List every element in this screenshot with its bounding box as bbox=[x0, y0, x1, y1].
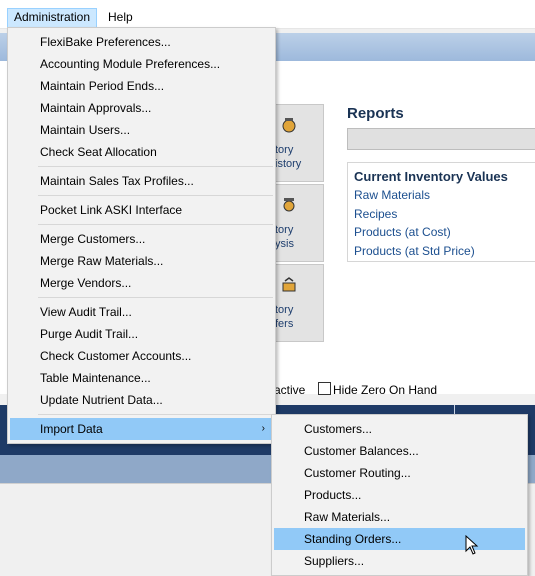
menu-item-merge-vendors[interactable]: Merge Vendors... bbox=[10, 272, 273, 294]
menu-administration[interactable]: Administration bbox=[7, 8, 98, 29]
submenu-item-customer-routing[interactable]: Customer Routing... bbox=[274, 462, 525, 484]
mouse-cursor-icon bbox=[465, 535, 479, 555]
report-link-products-cost[interactable]: Products (at Cost) bbox=[354, 225, 451, 239]
menu-item-view-audit-trail[interactable]: View Audit Trail... bbox=[10, 301, 273, 323]
tile-inventory-analysis[interactable]: tory ysis bbox=[274, 184, 324, 262]
tile-inventory-history[interactable]: tory istory bbox=[274, 104, 324, 182]
reports-section-title: Current Inventory Values bbox=[354, 169, 508, 184]
menu-separator bbox=[38, 297, 273, 298]
clock-icon bbox=[282, 118, 296, 133]
tile-text: fers bbox=[275, 318, 294, 330]
import-data-submenu: Customers... Customer Balances... Custom… bbox=[271, 414, 528, 576]
menu-item-check-customer-accounts[interactable]: Check Customer Accounts... bbox=[10, 345, 273, 367]
reports-search-bar[interactable] bbox=[347, 128, 535, 150]
report-link-recipes[interactable]: Recipes bbox=[354, 207, 397, 221]
administration-menu: FlexiBake Preferences... Accounting Modu… bbox=[7, 27, 276, 444]
menu-item-merge-raw-materials[interactable]: Merge Raw Materials... bbox=[10, 250, 273, 272]
menu-item-maintain-period-ends[interactable]: Maintain Period Ends... bbox=[10, 75, 273, 97]
menubar: Administration Help bbox=[0, 0, 535, 29]
menu-item-pocket-link-aski[interactable]: Pocket Link ASKI Interface bbox=[10, 199, 273, 221]
hide-zero-label: Hide Zero On Hand bbox=[333, 383, 438, 397]
tile-text: istory bbox=[275, 158, 302, 170]
menu-separator bbox=[38, 414, 273, 415]
tile-inventory-transfers[interactable]: tory fers bbox=[274, 264, 324, 342]
menu-item-merge-customers[interactable]: Merge Customers... bbox=[10, 228, 273, 250]
menu-item-maintain-approvals[interactable]: Maintain Approvals... bbox=[10, 97, 273, 119]
submenu-item-customer-balances[interactable]: Customer Balances... bbox=[274, 440, 525, 462]
reports-title: Reports bbox=[347, 105, 404, 122]
gear-icon bbox=[283, 198, 295, 212]
menu-item-accounting-module-preferences[interactable]: Accounting Module Preferences... bbox=[10, 53, 273, 75]
hide-zero-checkbox[interactable] bbox=[318, 382, 331, 395]
tile-text: tory bbox=[275, 304, 294, 316]
submenu-item-standing-orders[interactable]: Standing Orders... bbox=[274, 528, 525, 550]
menu-item-maintain-users[interactable]: Maintain Users... bbox=[10, 119, 273, 141]
submenu-item-customers[interactable]: Customers... bbox=[274, 418, 525, 440]
menu-separator bbox=[38, 166, 273, 167]
active-filter-label: active bbox=[274, 383, 306, 397]
reports-list: Current Inventory Values Raw Materials R… bbox=[347, 162, 535, 262]
menu-help[interactable]: Help bbox=[102, 8, 139, 27]
report-link-products-std-price[interactable]: Products (at Std Price) bbox=[354, 244, 475, 258]
menu-item-import-data[interactable]: Import Data › bbox=[10, 418, 273, 440]
tile-text: ysis bbox=[275, 238, 294, 250]
menu-separator bbox=[38, 195, 273, 196]
menu-item-check-seat-allocation[interactable]: Check Seat Allocation bbox=[10, 141, 273, 163]
submenu-item-raw-materials[interactable]: Raw Materials... bbox=[274, 506, 525, 528]
menu-item-label: Import Data bbox=[40, 422, 103, 436]
menu-separator bbox=[38, 224, 273, 225]
menu-item-purge-audit-trail[interactable]: Purge Audit Trail... bbox=[10, 323, 273, 345]
menu-item-update-nutrient-data[interactable]: Update Nutrient Data... bbox=[10, 389, 273, 411]
chevron-right-icon: › bbox=[261, 423, 265, 434]
report-link-raw-materials[interactable]: Raw Materials bbox=[354, 188, 430, 202]
transfer-icon bbox=[282, 277, 296, 292]
tile-text: tory bbox=[275, 224, 294, 236]
menu-item-flexibake-preferences[interactable]: FlexiBake Preferences... bbox=[10, 31, 273, 53]
menu-item-maintain-sales-tax-profiles[interactable]: Maintain Sales Tax Profiles... bbox=[10, 170, 273, 192]
tile-text: tory bbox=[275, 144, 294, 156]
menu-item-table-maintenance[interactable]: Table Maintenance... bbox=[10, 367, 273, 389]
submenu-item-products[interactable]: Products... bbox=[274, 484, 525, 506]
